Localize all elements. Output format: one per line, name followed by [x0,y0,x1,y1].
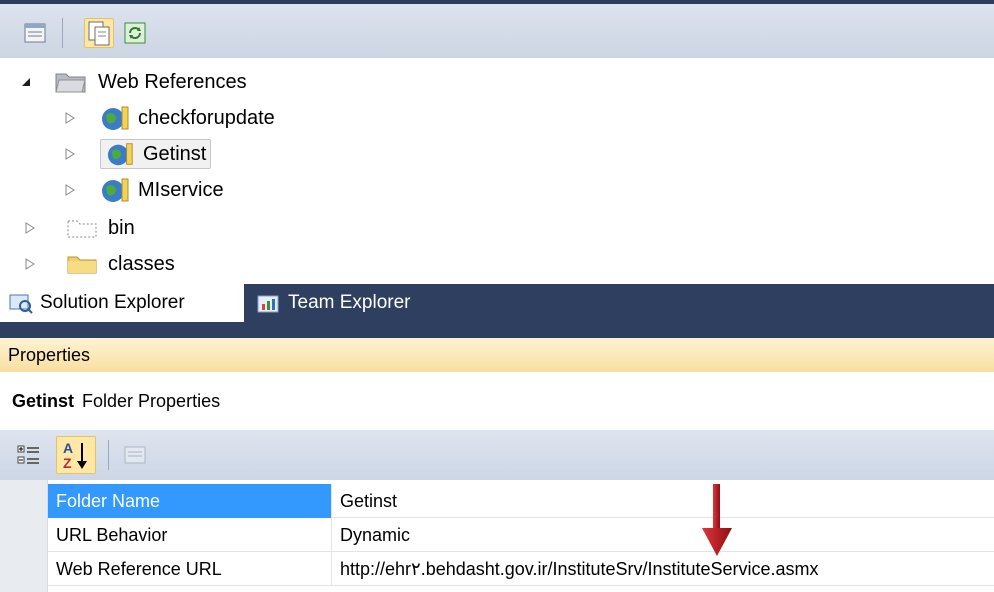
svg-text:A: A [63,440,73,456]
object-name: Getinst [12,390,75,411]
property-name: Folder Name [48,484,332,518]
property-value[interactable]: Getinst [332,484,994,518]
expanded-triangle-icon[interactable] [20,76,32,88]
property-name: URL Behavior [48,518,332,552]
web-service-globe-icon [107,143,133,166]
properties-view-button[interactable] [20,18,50,48]
tab-label: Solution Explorer [40,292,185,313]
tree-label: checkforupdate [138,106,275,129]
property-row-web-reference-url[interactable]: Web Reference URL http://ehr۲.behdasht.g… [48,552,994,586]
tab-label: Team Explorer [288,292,411,313]
tree-label: Web References [98,70,247,93]
object-selector[interactable]: Getinst Folder Properties [0,372,994,430]
refresh-icon [124,22,146,44]
properties-title-bar: Properties [0,338,994,372]
collapsed-triangle-icon[interactable] [64,183,76,197]
tree-node-web-reference[interactable]: MIservice [64,174,224,206]
property-pages-icon [124,446,146,464]
solution-explorer-icon [9,294,33,314]
property-name: Web Reference URL [48,552,332,586]
svg-text:Z: Z [63,455,72,471]
properties-view-icon [24,23,46,43]
folder-hidden-icon [67,220,97,238]
tab-team-explorer[interactable]: Team Explorer [250,284,450,322]
tree-label: bin [108,216,135,239]
property-pages-button[interactable] [120,440,150,470]
collapsed-triangle-icon[interactable] [24,221,36,235]
show-all-files-icon [88,21,110,46]
property-row-folder-name[interactable]: Folder Name Getinst [48,484,994,518]
panel-title: Properties [8,344,91,365]
tree-node-classes[interactable]: classes [24,248,175,280]
property-grid: Folder Name Getinst URL Behavior Dynamic… [0,480,994,592]
solution-tree: Web References checkforupdate Getinst MI… [0,58,994,284]
categorized-icon [17,445,39,464]
object-type: Folder Properties [82,390,221,411]
annotation-arrow-icon [702,484,732,556]
folder-open-icon [55,73,86,93]
explorer-tab-strip: Solution Explorer Team Explorer [0,284,994,322]
alphabetical-button[interactable]: A Z [56,436,96,474]
web-service-globe-icon [102,178,129,202]
web-service-globe-icon [102,106,129,130]
tree-node-web-reference[interactable]: Getinst [64,138,212,170]
tree-node-bin[interactable]: bin [24,212,135,244]
show-all-files-button[interactable] [84,18,114,48]
collapsed-triangle-icon[interactable] [24,257,36,271]
tree-node-web-references[interactable]: Web References [20,66,247,98]
property-grid-margin [0,480,48,592]
refresh-button[interactable] [120,18,150,48]
sort-alphabetical-icon: A Z [63,440,87,471]
tree-node-web-reference[interactable]: checkforupdate [64,102,275,134]
tree-label: classes [108,252,175,275]
collapsed-triangle-icon[interactable] [64,111,76,125]
property-row-url-behavior[interactable]: URL Behavior Dynamic [48,518,994,552]
tree-label: MIservice [138,178,224,201]
tab-solution-explorer[interactable]: Solution Explorer [0,284,244,322]
collapsed-triangle-icon[interactable] [64,147,76,161]
folder-icon [67,256,97,274]
categorized-button[interactable] [14,440,44,470]
properties-toolbar: A Z [0,430,994,480]
property-value[interactable]: Dynamic [332,518,994,552]
team-explorer-icon [257,295,279,313]
selected-tree-item[interactable]: Getinst [100,139,212,169]
tree-label: Getinst [143,142,207,165]
property-value[interactable]: http://ehr۲.behdasht.gov.ir/InstituteSrv… [332,552,994,586]
solution-explorer-toolbar [0,0,994,58]
